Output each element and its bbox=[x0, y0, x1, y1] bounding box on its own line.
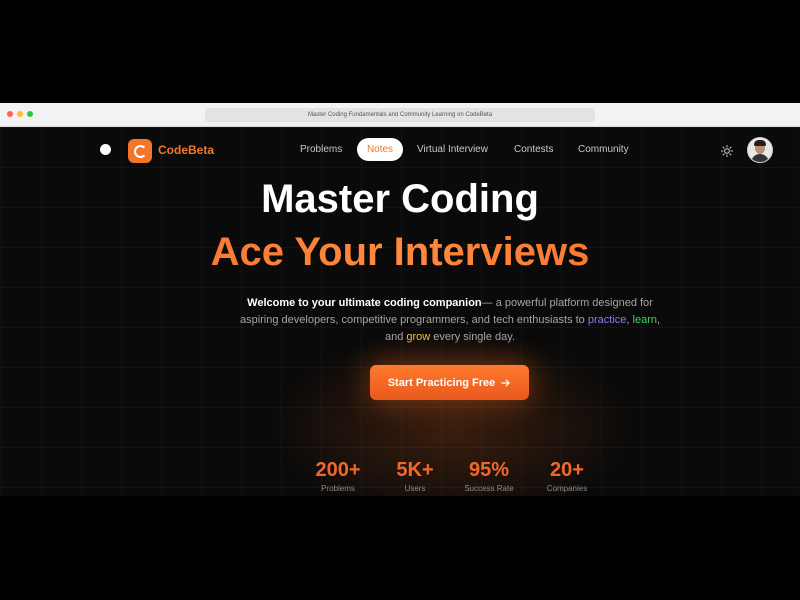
word-grow: grow bbox=[406, 331, 431, 343]
toggle-dot-icon[interactable] bbox=[100, 144, 111, 155]
user-avatar[interactable] bbox=[747, 137, 773, 163]
nav-item-contests[interactable]: Contests bbox=[514, 144, 553, 155]
cta-label: Start Practicing Free bbox=[387, 376, 496, 389]
address-bar[interactable]: Master Coding Fundamentals and Community… bbox=[205, 108, 595, 122]
hero-description: Welcome to your ultimate coding companio… bbox=[231, 295, 669, 346]
description-bold: Welcome to your ultimate coding companio… bbox=[247, 297, 482, 309]
close-window-button[interactable] bbox=[7, 111, 13, 117]
browser-chrome: Master Coding Fundamentals and Community… bbox=[0, 103, 800, 127]
word-practice: practice bbox=[587, 314, 627, 326]
maximize-window-button[interactable] bbox=[27, 111, 33, 117]
brand-name[interactable]: CodeBeta bbox=[158, 143, 214, 157]
stat-label: Success Rate bbox=[464, 484, 514, 493]
arrow-right-icon bbox=[501, 379, 510, 386]
stat-success-rate: 95% Success Rate bbox=[444, 459, 534, 493]
minimize-window-button[interactable] bbox=[17, 111, 23, 117]
word-learn: learn bbox=[632, 314, 657, 326]
browser-window: Master Coding Fundamentals and Community… bbox=[0, 103, 800, 496]
hero-title-line2: Ace Your Interviews bbox=[1, 230, 799, 275]
description-end: every single day. bbox=[430, 331, 516, 343]
codebeta-logo-icon[interactable] bbox=[128, 139, 152, 163]
landing-page: CodeBeta Problems Notes Virtual Intervie… bbox=[1, 127, 799, 496]
nav-item-virtual-interview[interactable]: Virtual Interview bbox=[417, 144, 488, 155]
stat-label: Companies bbox=[546, 484, 588, 493]
stat-value: 20+ bbox=[550, 459, 584, 481]
nav-item-problems[interactable]: Problems bbox=[300, 144, 342, 155]
stat-companies: 20+ Companies bbox=[522, 459, 612, 493]
stat-value: 95% bbox=[468, 459, 510, 481]
start-practicing-button[interactable]: Start Practicing Free bbox=[370, 365, 529, 400]
nav-item-community[interactable]: Community bbox=[578, 144, 629, 155]
hero-title-line1: Master Coding bbox=[261, 177, 539, 221]
sun-icon[interactable] bbox=[721, 145, 733, 157]
nav-item-notes[interactable]: Notes bbox=[357, 138, 403, 161]
